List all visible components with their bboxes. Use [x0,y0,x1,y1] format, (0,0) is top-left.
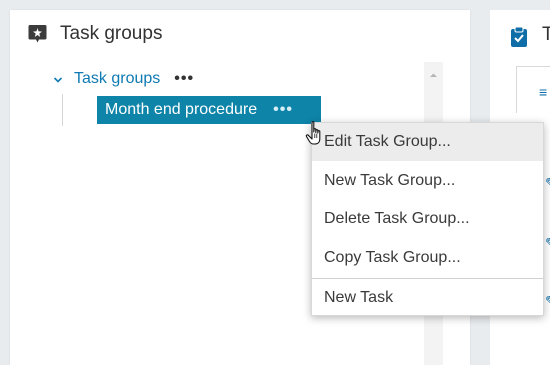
tree-node-label[interactable]: Month end procedure [105,101,257,119]
edit-icon[interactable]: ✎ [545,293,550,309]
menu-item-copy-task-group[interactable]: Copy Task Group... [312,239,543,277]
more-options-icon[interactable]: ••• [273,101,293,119]
menu-item-new-task[interactable]: New Task [312,279,543,317]
tree-connector-line [62,94,63,126]
menu-item-new-task-group[interactable]: New Task Group... [312,162,543,200]
chevron-down-icon[interactable] [52,73,64,85]
menu-item-label[interactable]: New Task [324,289,393,307]
tree-node-task-groups[interactable]: Task groups ••• [52,68,194,90]
list-icon[interactable]: ≡ [539,84,547,100]
task-group-icon [28,24,47,44]
app-window: Task groups Task groups ••• Month end pr… [0,0,550,365]
tree-node-label[interactable]: Task groups [74,70,160,88]
menu-item-label[interactable]: Copy Task Group... [324,249,461,267]
menu-item-label[interactable]: Delete Task Group... [324,210,470,228]
tree-node-month-end-procedure[interactable]: Month end procedure ••• [97,96,321,124]
panel-title: Task groups [60,23,163,44]
tasks-panel-title: T [542,24,550,45]
clipboard-icon [510,26,528,48]
menu-item-delete-task-group[interactable]: Delete Task Group... [312,200,543,238]
tab-list-view[interactable]: ≡ [516,66,550,113]
scroll-up-arrow-icon[interactable] [424,68,443,80]
menu-item-label[interactable]: Edit Task Group... [324,133,451,151]
menu-item-edit-task-group[interactable]: Edit Task Group... [312,123,543,161]
menu-item-label[interactable]: New Task Group... [324,172,455,190]
edit-icon[interactable]: ✎ [545,235,550,251]
more-options-icon[interactable]: ••• [174,70,194,88]
edit-icon[interactable]: ✎ [545,175,550,191]
panel-header: Task groups [28,22,162,46]
hand-cursor-icon [305,120,329,152]
context-menu: Edit Task Group... New Task Group... Del… [311,122,544,316]
